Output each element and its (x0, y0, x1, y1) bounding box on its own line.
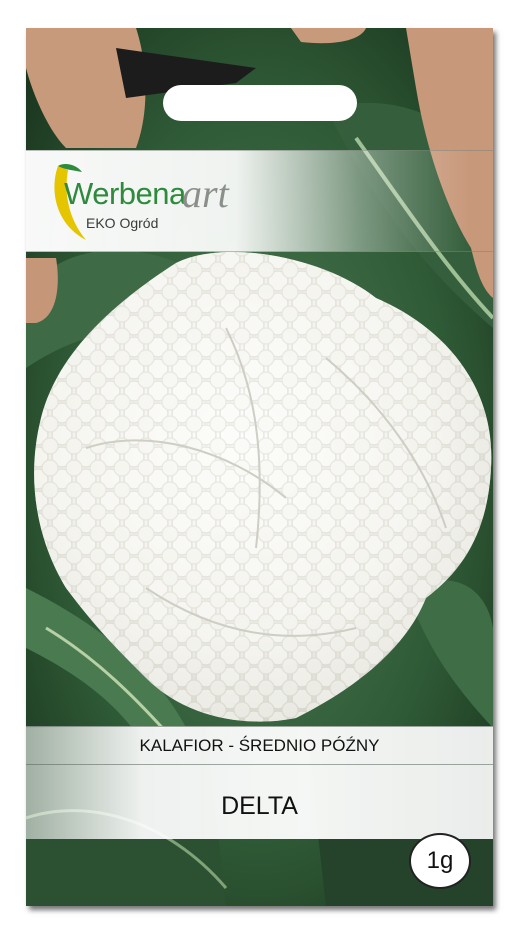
hang-hole (163, 85, 357, 121)
brand-accent: art (182, 171, 229, 216)
weight-badge: 1g (409, 833, 471, 889)
brand-tagline: EKO Ogród (86, 215, 159, 231)
variety-name: DELTA (221, 792, 298, 820)
divider (26, 764, 493, 765)
brand-name: Werbena (64, 176, 186, 211)
seed-packet: Werbena art EKO Ogród KALAFIOR - ŚREDNIO… (26, 28, 493, 906)
product-type: KALAFIOR - ŚREDNIO PÓŹNY (139, 736, 380, 755)
